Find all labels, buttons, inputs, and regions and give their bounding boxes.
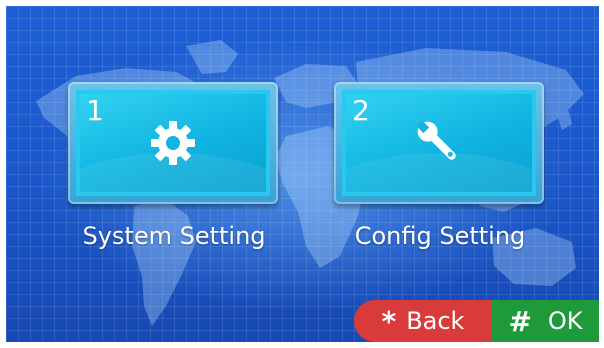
back-button[interactable]: * Back	[354, 300, 492, 342]
config-setting-tile-face: 2	[342, 90, 536, 196]
ok-button[interactable]: # OK	[492, 300, 599, 342]
system-setting-tile[interactable]: 1	[68, 82, 278, 204]
config-setting-tile[interactable]: 2	[334, 82, 544, 204]
gear-icon	[151, 121, 195, 165]
tile-number: 2	[352, 94, 370, 127]
config-setting-label[interactable]: Config Setting	[310, 222, 570, 250]
system-setting-tile-face: 1	[76, 90, 270, 196]
back-label: Back	[406, 307, 465, 335]
star-key-icon: *	[381, 304, 397, 338]
system-setting-label[interactable]: System Setting	[44, 222, 304, 250]
wrench-icon	[416, 120, 456, 160]
ok-label: OK	[547, 307, 583, 335]
device-screen: 1 System Setting 2 Config Setting	[6, 6, 599, 342]
tile-number: 1	[86, 94, 104, 127]
hash-key-icon: #	[508, 304, 532, 338]
